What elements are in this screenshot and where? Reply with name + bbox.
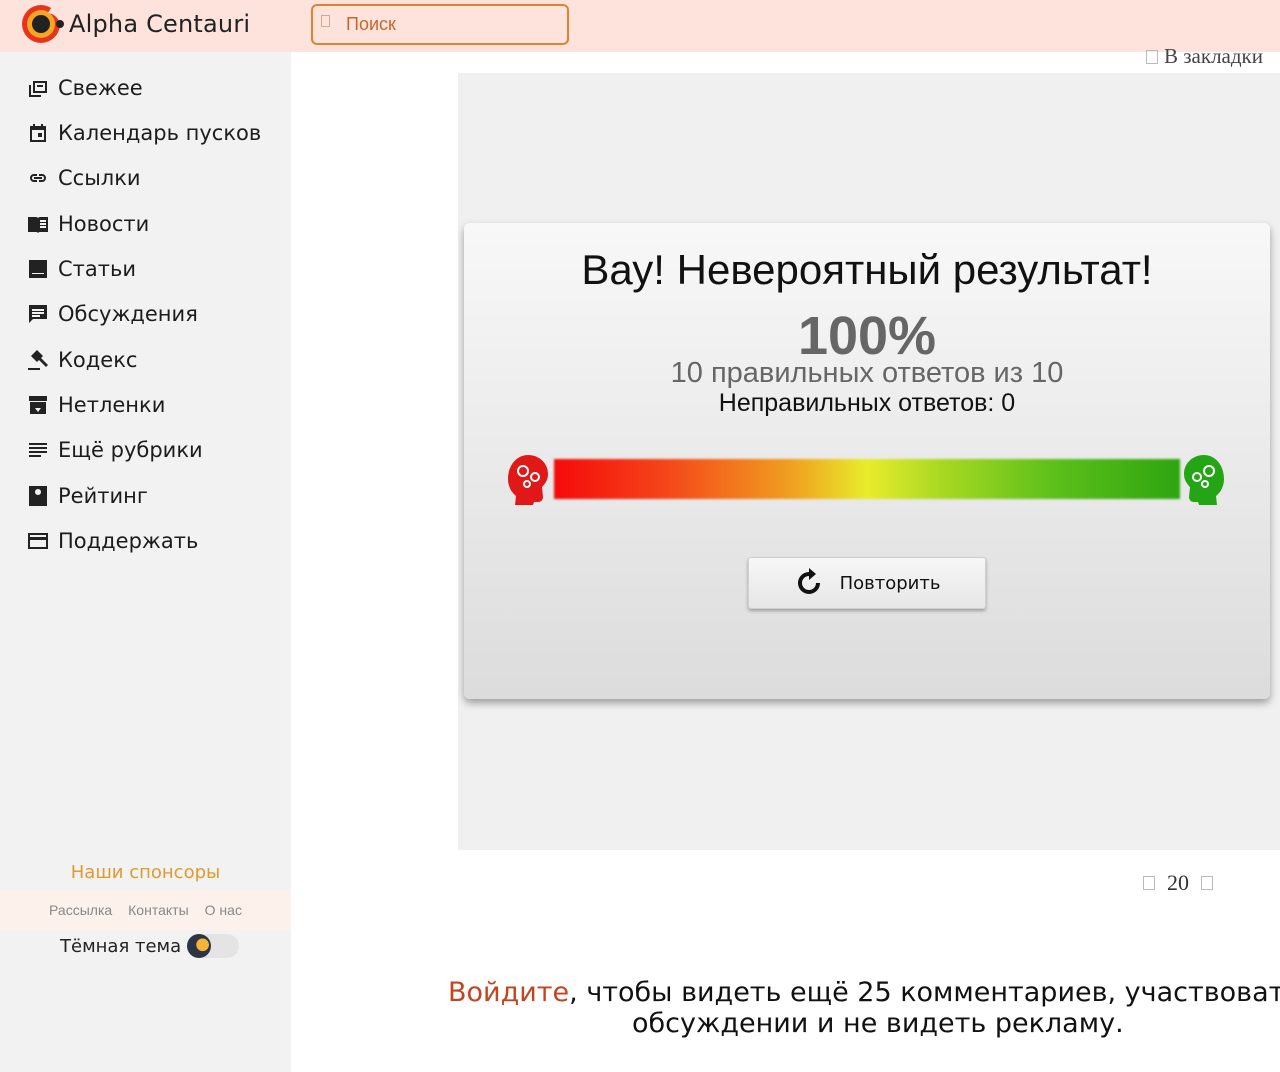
sidebar-item-articles[interactable]: Статьи — [26, 254, 136, 284]
login-link[interactable]: Войдите — [448, 977, 569, 1008]
sidebar-item-label: Нетленки — [58, 393, 166, 417]
repeat-button-label: Повторить — [839, 572, 941, 594]
counter-value: 20 — [1167, 870, 1189, 895]
gavel-icon — [28, 350, 48, 370]
bookmark-label: В закладки — [1164, 44, 1264, 68]
footer-link-contacts[interactable]: Контакты — [128, 902, 188, 918]
sidebar-item-label: Календарь пусков — [58, 121, 262, 145]
green-brain-head-icon — [1184, 455, 1224, 505]
planet-logo-icon[interactable] — [20, 3, 66, 45]
footer-link-about[interactable]: О нас — [205, 902, 242, 918]
fresh-icon — [29, 81, 47, 97]
sidebar-item-calendar[interactable]: Календарь пусков — [26, 118, 261, 148]
calendar-icon — [30, 124, 46, 142]
red-brain-head-icon — [508, 455, 548, 505]
sidebar: Свежее Календарь пусков Ссылки Новости С… — [0, 52, 291, 1072]
sidebar-item-support[interactable]: Поддержать — [26, 526, 198, 556]
login-prompt: Войдите, чтобы видеть ещё 25 комментарие… — [448, 977, 1280, 1039]
rating-icon — [29, 486, 47, 506]
sidebar-item-codex[interactable]: Кодекс — [26, 345, 137, 375]
dark-theme-toggle[interactable] — [187, 934, 240, 958]
sidebar-item-label: Ссылки — [58, 166, 141, 190]
bookmark-button[interactable]: В закладки — [1146, 44, 1263, 69]
rating-counter: 20 — [1143, 870, 1213, 896]
sponsors-link[interactable]: Наши спонсоры — [0, 862, 291, 883]
sidebar-item-label: Кодекс — [58, 348, 138, 372]
sidebar-item-fresh[interactable]: Свежее — [26, 73, 143, 103]
sidebar-item-label: Новости — [58, 212, 150, 236]
card-icon — [28, 533, 48, 549]
sidebar-item-more-rubrics[interactable]: Ещё рубрики — [26, 435, 203, 465]
score-gradient-bar — [554, 459, 1180, 499]
result-title: Вау! Невероятный результат! — [581, 246, 1153, 293]
list-icon — [29, 443, 47, 457]
sidebar-item-rating[interactable]: Рейтинг — [26, 481, 148, 511]
search-input[interactable] — [311, 4, 569, 45]
vote-up-icon[interactable] — [1201, 876, 1213, 890]
bookmark-icon — [1146, 49, 1158, 64]
dark-theme-control: Тёмная тема — [60, 934, 240, 958]
news-icon — [28, 217, 48, 233]
sidebar-item-label: Рейтинг — [58, 484, 148, 508]
sidebar-item-news[interactable]: Новости — [26, 209, 149, 239]
quiz-result-card: Вау! Невероятный результат! 100% 10 прав… — [464, 223, 1270, 699]
article-icon — [29, 260, 47, 278]
sidebar-item-label: Ещё рубрики — [58, 438, 203, 462]
sidebar-item-links[interactable]: Ссылки — [26, 163, 141, 193]
brand-name[interactable]: Alpha Centauri — [69, 10, 250, 38]
repeat-button[interactable]: Повторить — [748, 557, 986, 609]
sidebar-item-netlenki[interactable]: Нетленки — [26, 390, 165, 420]
top-bar: Alpha Centauri — [0, 0, 1280, 52]
archive-icon — [29, 396, 47, 414]
footer-link-newsletter[interactable]: Рассылка — [49, 902, 112, 918]
moon-icon — [187, 934, 212, 958]
refresh-icon — [797, 568, 820, 594]
search-icon — [321, 15, 330, 27]
dark-theme-label: Тёмная тема — [60, 935, 182, 957]
vote-down-icon[interactable] — [1143, 876, 1155, 890]
footer-links: Рассылка Контакты О нас — [0, 890, 291, 930]
login-prompt-text: , чтобы видеть ещё 25 комментариев, учас… — [569, 977, 1280, 1008]
discussion-icon — [29, 305, 47, 323]
wrong-answers: Неправильных ответов: 0 — [718, 389, 1016, 417]
sidebar-item-label: Статьи — [58, 257, 137, 281]
sidebar-item-label: Свежее — [58, 76, 143, 100]
sidebar-item-discussions[interactable]: Обсуждения — [26, 299, 198, 329]
link-icon — [30, 174, 46, 182]
correct-answers: 10 правильных ответов из 10 — [670, 357, 1064, 389]
sidebar-item-label: Обсуждения — [58, 302, 198, 326]
login-prompt-text-line2: обсуждении и не видеть рекламу. — [632, 1008, 1124, 1039]
sidebar-item-label: Поддержать — [58, 529, 199, 553]
